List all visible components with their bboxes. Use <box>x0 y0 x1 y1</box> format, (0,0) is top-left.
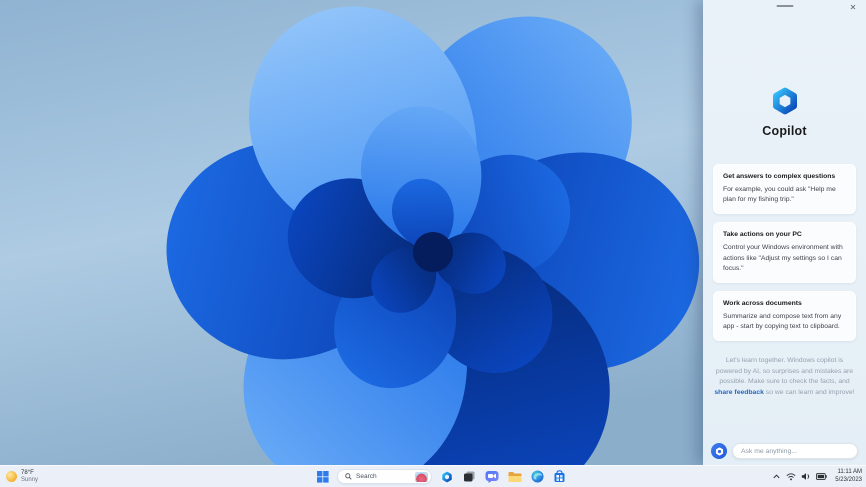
weather-text: 78°F Sunny <box>21 470 38 484</box>
copilot-input-row <box>711 443 858 459</box>
battery-icon[interactable] <box>816 473 828 480</box>
desktop-screen: ✕ Copilot Get answers to complex questio… <box>0 0 866 487</box>
card-complex-questions[interactable]: Get answers to complex questions For exa… <box>713 164 856 215</box>
weather-widget[interactable]: 78°F Sunny <box>6 466 38 487</box>
disclaimer-text: Let's learn together. Windows copilot is… <box>714 356 855 398</box>
share-feedback-link[interactable]: share feedback <box>714 389 764 396</box>
copilot-cards: Get answers to complex questions For exa… <box>703 164 866 342</box>
sun-icon <box>6 471 17 482</box>
copilot-input-icon[interactable] <box>711 443 727 459</box>
weather-condition: Sunny <box>21 476 39 483</box>
card-body: Control your Windows environment with ac… <box>723 244 843 272</box>
taskbar: 78°F Sunny Search 11:11 AM 5/23/2023 <box>0 465 866 487</box>
start-button[interactable] <box>316 470 330 484</box>
search-input[interactable]: Search <box>337 469 432 484</box>
system-tray: 11:11 AM 5/23/2023 <box>772 466 862 487</box>
card-work-documents[interactable]: Work across documents Summarize and comp… <box>713 290 856 342</box>
card-title: Get answers to complex questions <box>723 173 836 180</box>
disclaimer-pre: Let's learn together. Windows copilot is… <box>715 357 854 386</box>
chevron-up-icon[interactable] <box>772 472 781 481</box>
copilot-title: Copilot <box>762 124 807 138</box>
weather-temp: 78°F <box>21 469 34 476</box>
bing-image-thumbnail[interactable] <box>415 471 428 482</box>
tray-date: 5/23/2023 <box>835 476 862 483</box>
taskbar-center: Search <box>316 466 567 487</box>
task-view-icon[interactable] <box>462 469 477 484</box>
card-title: Work across documents <box>723 299 802 307</box>
edge-icon[interactable] <box>530 469 545 484</box>
windows-logo-icon <box>317 470 329 483</box>
ask-input[interactable] <box>732 443 858 459</box>
drag-handle[interactable] <box>776 5 793 7</box>
search-label: Search <box>356 473 377 480</box>
card-body: Summarize and compose text from any app … <box>723 312 842 331</box>
card-body: For example, you could ask "Help me plan… <box>723 186 836 204</box>
search-icon <box>345 473 352 480</box>
wifi-icon[interactable] <box>786 472 796 481</box>
disclaimer-post: so we can learn and improve! <box>763 388 855 396</box>
close-icon[interactable]: ✕ <box>847 2 859 14</box>
card-take-actions[interactable]: Take actions on your PC Control your Win… <box>713 222 856 283</box>
copilot-panel: ✕ Copilot Get answers to complex questio… <box>703 0 866 465</box>
clock[interactable]: 11:11 AM 5/23/2023 <box>835 469 862 484</box>
volume-icon[interactable] <box>801 472 811 481</box>
store-icon[interactable] <box>552 469 567 484</box>
copilot-taskbar-icon[interactable] <box>439 469 455 485</box>
chat-icon[interactable] <box>484 469 500 484</box>
copilot-logo-icon <box>772 87 797 115</box>
file-explorer-icon[interactable] <box>507 470 523 484</box>
card-title: Take actions on your PC <box>723 231 802 239</box>
tray-time: 11:11 AM <box>837 469 862 475</box>
